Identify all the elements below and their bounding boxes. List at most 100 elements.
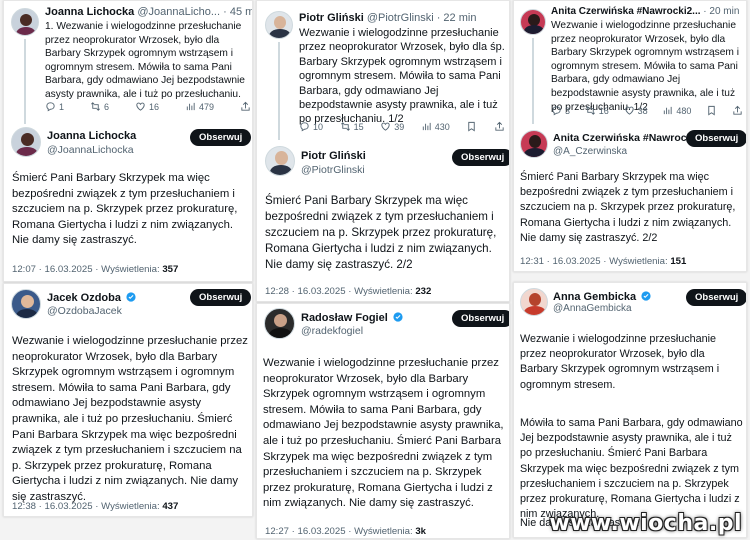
- author-name[interactable]: Anna Gembicka: [553, 291, 651, 303]
- tweet-card-fogiel: Radosław Fogiel @radekfogiel Obserwuj We…: [256, 303, 510, 539]
- share-icon: [241, 101, 250, 111]
- like-button[interactable]: 39: [380, 121, 404, 132]
- verified-badge-icon: [393, 312, 403, 322]
- tweet-meta: 12:27 · 16.03.2025 · Wyświetlenia: 3k: [265, 526, 426, 537]
- bookmark-icon: [708, 105, 715, 116]
- avatar[interactable]: [265, 146, 295, 176]
- reply-count: 1: [59, 101, 65, 112]
- timestamp[interactable]: 12:07 · 16.03.2025 ·: [12, 264, 98, 275]
- avatar[interactable]: [11, 127, 41, 157]
- view-count: 480: [676, 105, 692, 116]
- timestamp[interactable]: 12:28 · 16.03.2025 ·: [265, 286, 351, 297]
- author-handle[interactable]: @A_Czerwinska: [553, 146, 627, 157]
- verified-badge-icon: [126, 292, 136, 302]
- follow-button[interactable]: Obserwuj: [190, 289, 252, 306]
- repost-count: 16: [598, 105, 609, 116]
- author-name[interactable]: Piotr Gliński @PiotrGlinski · 22 min: [299, 12, 476, 24]
- repost-icon: [585, 106, 595, 115]
- like-button[interactable]: 38: [624, 105, 648, 116]
- author-name[interactable]: Piotr Gliński: [301, 150, 366, 162]
- author-handle[interactable]: @radekfogiel: [301, 325, 363, 337]
- handle-time: @PiotrGlinski · 22 min: [366, 12, 477, 24]
- view-count: 479: [198, 101, 214, 112]
- tweet-meta: 12:28 · 16.03.2025 · Wyświetlenia: 232: [265, 286, 431, 297]
- avatar[interactable]: [11, 289, 41, 319]
- views-icon: [664, 106, 673, 115]
- views-button[interactable]: 430: [421, 121, 450, 132]
- views-label: Wyświetlenia:: [101, 501, 160, 512]
- avatar[interactable]: [520, 9, 546, 35]
- author-name[interactable]: Radosław Fogiel: [301, 312, 403, 324]
- author-name[interactable]: Anita Czerwińska #Nawrocki2... · 20 min: [551, 6, 739, 17]
- like-button[interactable]: 16: [135, 101, 159, 112]
- repost-button[interactable]: 6: [90, 101, 109, 112]
- author-name[interactable]: Jacek Ozdoba: [47, 292, 136, 304]
- reply-button[interactable]: 3: [551, 105, 570, 116]
- tweet-paragraph-2: Mówiła to sama Pani Barbara, gdy odmawia…: [520, 417, 743, 521]
- reply-icon: [552, 106, 561, 116]
- timestamp[interactable]: 12:31 · 16.03.2025 ·: [520, 256, 606, 267]
- timestamp[interactable]: 12:27 · 16.03.2025 ·: [265, 526, 351, 537]
- views-button[interactable]: 479: [185, 101, 214, 112]
- bookmark-button[interactable]: [706, 105, 717, 116]
- repost-button[interactable]: 16: [585, 105, 609, 116]
- tweet-text: Śmierć Pani Barbary Skrzypek ma więc bez…: [520, 171, 736, 244]
- share-button[interactable]: [240, 101, 251, 112]
- follow-button[interactable]: Obserwuj: [452, 310, 509, 327]
- timestamp[interactable]: 12:38 · 16.03.2025 ·: [12, 501, 98, 512]
- avatar[interactable]: [520, 130, 548, 158]
- handle-time: @JoannaLicho... · 45 min: [137, 6, 253, 18]
- tweet-card-ozdoba: Jacek Ozdoba @OzdobaJacek Obserwuj Wezwa…: [3, 283, 253, 517]
- tweet-actions: 1 6 16 479: [45, 101, 251, 112]
- tweet-card-czerwinska: Anita Czerwińska #Nawrocki2... · 20 min …: [513, 0, 747, 272]
- views-label: Wyświetlenia:: [354, 526, 413, 537]
- views-label: Wyświetlenia:: [354, 286, 413, 297]
- bookmark-button[interactable]: [466, 121, 477, 132]
- share-icon: [495, 121, 504, 131]
- share-button[interactable]: [494, 121, 505, 132]
- author-handle[interactable]: @OzdobaJacek: [47, 305, 122, 317]
- follow-button[interactable]: Obserwuj: [686, 130, 746, 147]
- verified-badge-icon: [641, 291, 651, 301]
- like-count: 16: [148, 101, 159, 112]
- views-button[interactable]: 480: [662, 105, 691, 116]
- author-handle[interactable]: @PiotrGlinski: [301, 164, 365, 176]
- author-handle[interactable]: @AnnaGembicka: [553, 303, 632, 314]
- bookmark-icon: [468, 121, 476, 132]
- tweet-text: Śmierć Pani Barbary Skrzypek ma więc bez…: [265, 194, 497, 271]
- heart-icon: [381, 122, 390, 131]
- author-handle[interactable]: @JoannaLichocka: [47, 144, 134, 156]
- tweet-card-glinski: Piotr Gliński @PiotrGlinski · 22 min Wez…: [256, 0, 510, 302]
- tweet-text: Wezwanie i wielogodzinne przesłuchanie p…: [551, 20, 739, 113]
- author-name[interactable]: Joanna Lichocka @JoannaLicho... · 45 min: [45, 6, 253, 18]
- view-count: 151: [670, 256, 687, 267]
- thread-line: [278, 42, 280, 140]
- author-name[interactable]: Anita Czerwińska #Nawrocki...: [553, 132, 704, 144]
- follow-button[interactable]: Obserwuj: [190, 129, 252, 146]
- tweet-text: Wezwanie i wielogodzinne przesłuchanie p…: [263, 357, 504, 510]
- reply-button[interactable]: 1: [45, 101, 64, 112]
- tweet-text: Śmierć Pani Barbary Skrzypek ma więc bez…: [12, 172, 238, 247]
- avatar[interactable]: [265, 11, 293, 39]
- tweet-card-lichocka: Joanna Lichocka @JoannaLicho... · 45 min…: [3, 0, 253, 282]
- views-label: Wyświetlenia:: [609, 256, 668, 267]
- reply-icon: [300, 122, 309, 132]
- handle-time: · 20 min: [703, 6, 740, 17]
- avatar[interactable]: [264, 308, 295, 339]
- tweet-card-gembicka: Anna Gembicka @AnnaGembicka Obserwuj Wez…: [513, 282, 747, 538]
- view-count: 357: [162, 264, 179, 275]
- repost-icon: [91, 102, 100, 111]
- follow-button[interactable]: Obserwuj: [452, 149, 509, 166]
- watermark: www.wiocha.pl: [549, 511, 742, 536]
- share-icon: [733, 105, 742, 115]
- view-count: 232: [415, 286, 432, 297]
- avatar[interactable]: [520, 288, 548, 316]
- follow-button[interactable]: Obserwuj: [686, 289, 746, 306]
- repost-button[interactable]: 15: [340, 121, 364, 132]
- share-button[interactable]: [732, 105, 743, 116]
- avatar[interactable]: [11, 8, 39, 36]
- tweet-meta: 12:38 · 16.03.2025 · Wyświetlenia: 437: [12, 501, 178, 512]
- tweet-actions: 3 16 38 480: [551, 105, 743, 116]
- author-name[interactable]: Joanna Lichocka: [47, 130, 136, 142]
- reply-button[interactable]: 10: [299, 121, 323, 132]
